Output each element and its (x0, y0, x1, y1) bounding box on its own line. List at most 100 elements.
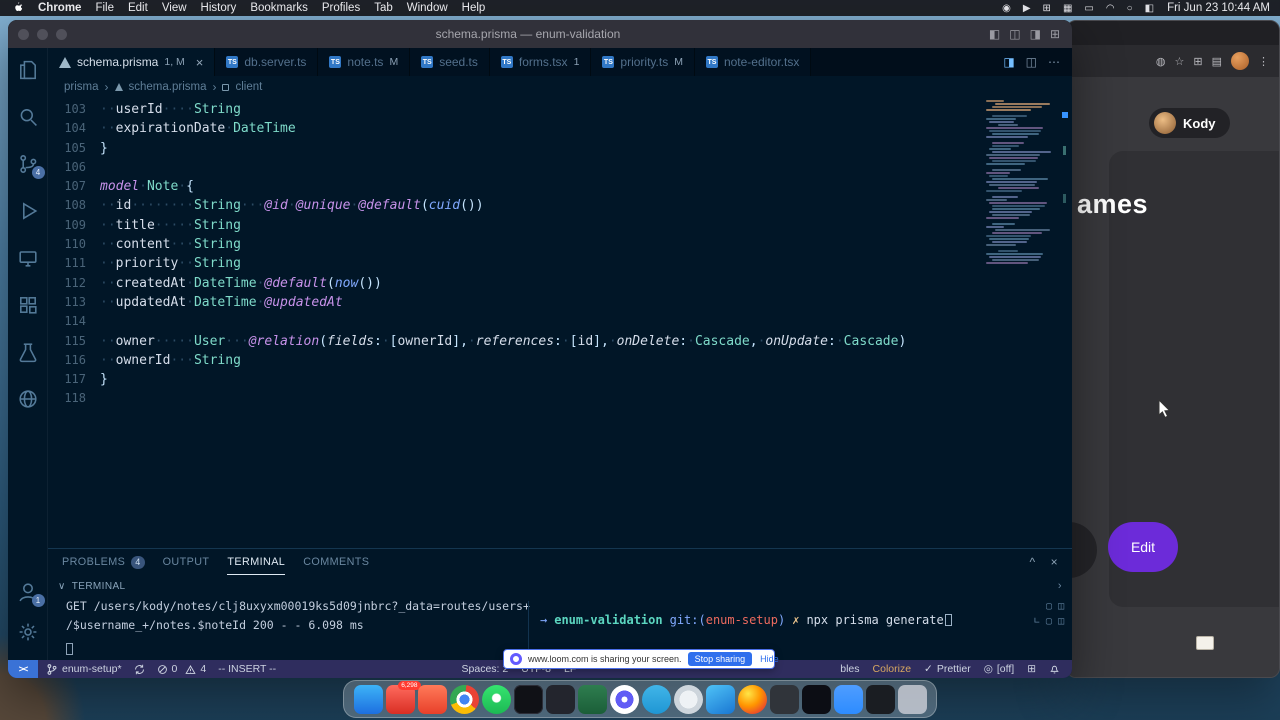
dock-icon-terminal[interactable] (865, 684, 895, 714)
split-editor-icon[interactable]: ◫ (1026, 55, 1037, 69)
hide-link[interactable]: Hide (760, 654, 779, 664)
menu-tab[interactable]: Tab (374, 2, 393, 14)
menu-bookmarks[interactable]: Bookmarks (250, 2, 308, 14)
dock-icon-iterm[interactable] (513, 684, 543, 714)
notifications-bell-icon[interactable] (1049, 663, 1060, 675)
tab-seed.ts[interactable]: seed.ts (410, 48, 490, 76)
panel-tab-comments[interactable]: COMMENTS (303, 549, 369, 575)
dock-icon-trash[interactable] (897, 684, 927, 714)
menu-profiles[interactable]: Profiles (322, 2, 360, 14)
branch-indicator[interactable]: enum-setup* (46, 663, 122, 676)
extensions-icon[interactable]: ◍ (1156, 55, 1166, 68)
browser-menu-icon[interactable]: ⋮ (1258, 55, 1269, 68)
close-window-button[interactable] (18, 28, 29, 40)
run-debug-icon[interactable] (16, 199, 40, 223)
browser-profile-avatar[interactable] (1231, 52, 1249, 70)
zoom-window-button[interactable] (56, 28, 67, 40)
panel-tab-terminal[interactable]: TERMINAL (227, 549, 286, 575)
close-icon[interactable]: × (196, 55, 204, 70)
toggle-secondary-sidebar-icon[interactable]: ◨ (1030, 27, 1041, 41)
panel-tab-output[interactable]: OUTPUT (163, 549, 210, 575)
panel-tab-problems[interactable]: PROBLEMS 4 (62, 549, 145, 575)
menu-edit[interactable]: Edit (128, 2, 148, 14)
dock-icon-loom[interactable] (609, 684, 639, 714)
tab-schema.prisma[interactable]: schema.prisma 1, M × (48, 48, 216, 76)
menu-history[interactable]: History (201, 2, 237, 14)
more-actions-icon[interactable]: ⋯ (1048, 55, 1060, 69)
profile-button[interactable]: Kody (1149, 108, 1230, 138)
dock-icon-zoom[interactable] (833, 684, 863, 714)
keyboard-icon[interactable]: ▦ (1063, 3, 1072, 14)
minimize-window-button[interactable] (37, 28, 48, 40)
screenshot-thumbnail[interactable] (1196, 636, 1214, 650)
dock-icon-notion[interactable] (769, 684, 799, 714)
overview-ruler[interactable] (1058, 98, 1072, 548)
chevron-right-icon[interactable]: › (1058, 580, 1062, 592)
screen-record-icon[interactable]: ◉ (1002, 3, 1011, 14)
toggle-panel-icon[interactable]: ◫ (1009, 27, 1020, 41)
search-icon[interactable]: ○ (1127, 3, 1133, 14)
dock-icon-firefox[interactable] (737, 684, 767, 714)
colorize-status[interactable]: Colorize (873, 663, 912, 675)
dock-icon-notes[interactable] (545, 684, 575, 714)
tab-priority.ts[interactable]: priority.ts M (591, 48, 695, 76)
testing-icon[interactable] (16, 340, 40, 364)
tab-forms.tsx[interactable]: forms.tsx 1 (489, 48, 592, 76)
maximize-panel-icon[interactable]: ^ (1030, 555, 1036, 569)
dock-icon-safari[interactable] (673, 684, 703, 714)
breadcrumb-item[interactable]: client (235, 81, 262, 93)
extensions-icon[interactable] (16, 293, 40, 317)
tab-db.server.ts[interactable]: db.server.ts (215, 48, 319, 76)
code-editor[interactable]: 103 ··userId····String 104 ··expirationDate… (48, 98, 1072, 548)
menu-file[interactable]: File (95, 2, 114, 14)
dock-icon-chrome[interactable] (449, 684, 479, 714)
wifi-icon[interactable]: ◠ (1106, 3, 1115, 14)
edit-button[interactable]: Edit (1108, 522, 1178, 572)
prettier-status[interactable]: ✓ Prettier (924, 663, 971, 675)
dock-icon-vscode[interactable] (705, 684, 735, 714)
menu-app-name[interactable]: Chrome (38, 2, 81, 14)
dock-icon-telegram[interactable] (641, 684, 671, 714)
remote-indicator[interactable]: >< (8, 660, 38, 678)
control-center-icon[interactable]: ◧ (1145, 3, 1154, 14)
globe-icon[interactable] (16, 387, 40, 411)
accounts-icon[interactable]: 1 (16, 580, 45, 607)
explorer-icon[interactable] (16, 58, 40, 82)
search-icon[interactable] (16, 105, 40, 129)
breadcrumb-item[interactable]: prisma (64, 81, 99, 93)
sync-icon[interactable] (134, 664, 145, 675)
vscode-titlebar[interactable]: schema.prisma — enum-validation ◧ ◫ ◨ ⊞ (8, 20, 1072, 48)
settings-gear-icon[interactable] (16, 620, 40, 644)
dock-icon-finder[interactable] (353, 684, 383, 714)
terminal-section-header[interactable]: ∨ TERMINAL › (48, 575, 1072, 597)
open-changes-icon[interactable]: ◨ (1003, 55, 1014, 69)
layout-status-icon[interactable]: ⊞ (1027, 663, 1036, 675)
problems-indicator[interactable]: 0 4 (157, 663, 206, 675)
menu-window[interactable]: Window (407, 2, 448, 14)
terminal-split-divider[interactable] (528, 601, 529, 656)
play-icon[interactable]: ▶ (1023, 3, 1031, 14)
close-panel-icon[interactable]: × (1051, 555, 1058, 569)
apple-menu-icon[interactable] (12, 0, 24, 16)
vim-mode-indicator[interactable]: -- INSERT -- (218, 663, 276, 675)
source-control-icon[interactable]: 4 (16, 152, 45, 179)
customize-layout-icon[interactable]: ⊞ (1050, 27, 1060, 41)
dock-icon-raycast[interactable] (417, 684, 447, 714)
indentation-indicator[interactable]: Spaces: 2 (462, 663, 509, 675)
display-icon[interactable]: ⊞ (1043, 3, 1051, 14)
dock-icon-greenapp[interactable] (577, 684, 607, 714)
terminal-instance-list[interactable]: ▢ ◫ ∟ ▢ ◫ (1034, 599, 1064, 629)
copilot-status[interactable]: ◎ [off] (984, 663, 1015, 675)
menu-help[interactable]: Help (462, 2, 486, 14)
battery-icon[interactable]: ▭ (1084, 3, 1093, 14)
menu-clock[interactable]: Fri Jun 23 10:44 AM (1167, 2, 1270, 14)
minimap[interactable] (984, 100, 1056, 280)
clipped-status-item[interactable]: bles (840, 663, 859, 675)
stop-sharing-button[interactable]: Stop sharing (687, 652, 753, 666)
dock-icon-whatsapp[interactable] (481, 684, 511, 714)
grid-icon[interactable]: ⊞ (1193, 55, 1202, 68)
dock-icon-shield[interactable]: 6,298 (385, 680, 421, 714)
sidebar-icon[interactable]: ▤ (1212, 55, 1222, 68)
dock-icon-warp[interactable] (801, 684, 831, 714)
toggle-sidebar-icon[interactable]: ◧ (989, 27, 1000, 41)
